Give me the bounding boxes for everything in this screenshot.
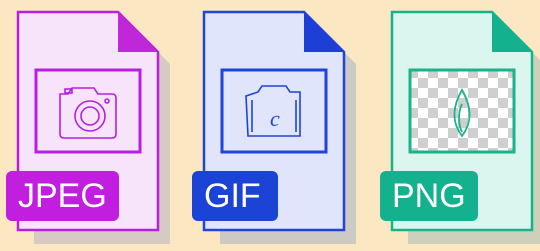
gif-file-card: c GIF (192, 8, 356, 244)
jpeg-file-card: JPEG (6, 8, 170, 244)
jpeg-label: JPEG (18, 177, 107, 215)
gif-label: GIF (204, 177, 261, 215)
gif-label-badge: GIF (192, 171, 278, 221)
png-file-card: PNG (380, 8, 540, 244)
file-format-illustration: JPEG c GIF PNG (0, 0, 540, 251)
png-label-badge: PNG (380, 171, 478, 221)
jpeg-label-badge: JPEG (6, 171, 119, 221)
png-label: PNG (392, 177, 466, 215)
svg-text:c: c (270, 106, 280, 131)
